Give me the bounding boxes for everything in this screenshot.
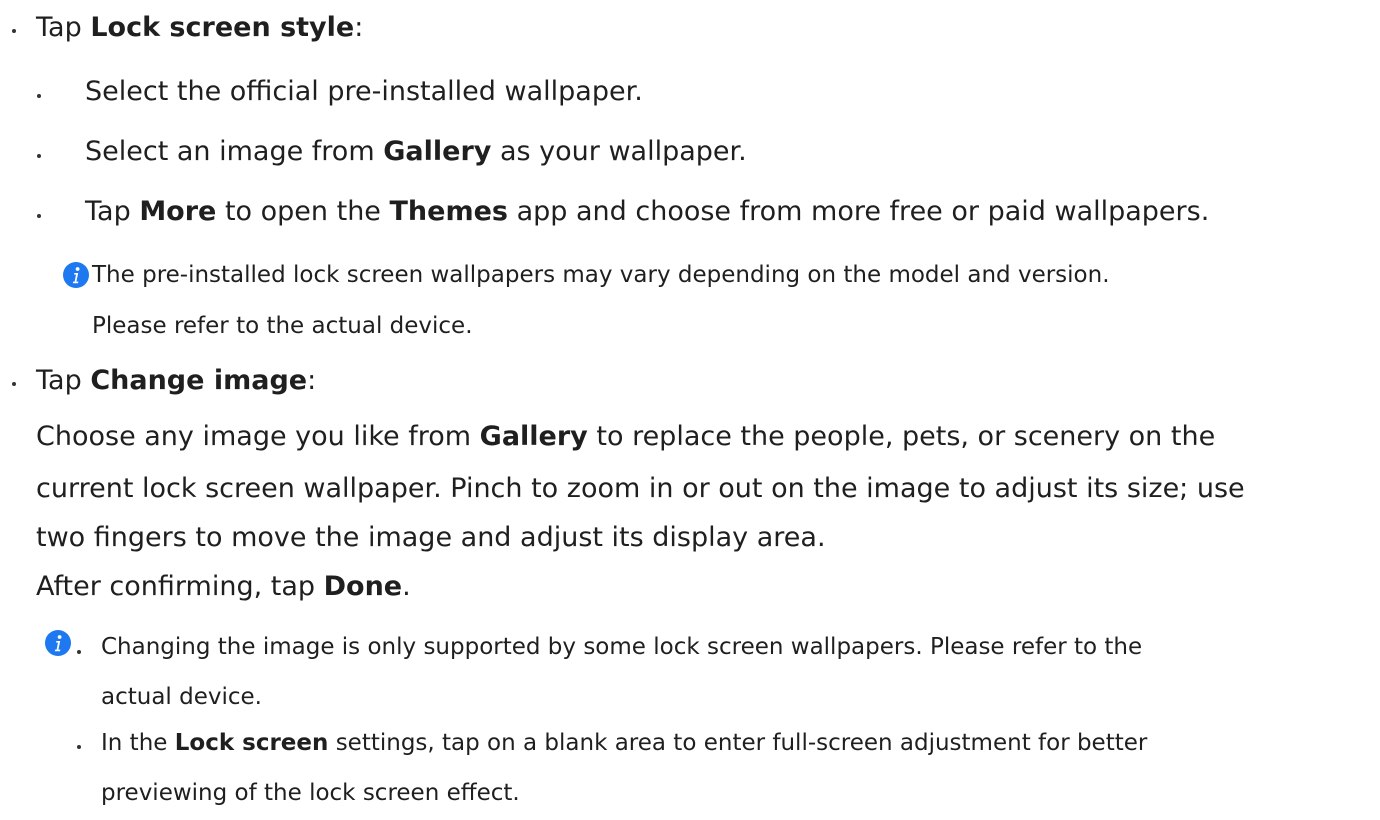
text: settings, tap on a blank area to enter f…: [335, 730, 1148, 756]
text: Choose any image you like from: [36, 421, 472, 452]
text: .: [402, 571, 411, 602]
paragraph-line: two fingers to move the image and adjust…: [36, 524, 826, 551]
sub-bullet: [37, 214, 41, 218]
text: current lock screen wallpaper. Pinch to …: [36, 473, 1245, 504]
bullet-change-image: [12, 382, 16, 386]
item-text: Select an image from: [85, 136, 375, 167]
paragraph-line: current lock screen wallpaper. Pinch to …: [36, 475, 1245, 502]
item-text: Select the official pre-installed wallpa…: [85, 76, 643, 107]
note-text: Changing the image is only supported by …: [101, 636, 1142, 659]
note-text: previewing of the lock screen effect.: [101, 782, 520, 805]
lock-screen-style-term: Lock screen style: [90, 12, 355, 43]
paragraph-line: After confirming, tap Done.: [36, 573, 411, 600]
done-term: Done: [323, 571, 403, 602]
sub-bullet: [37, 154, 41, 158]
note-line: actual device.: [101, 684, 262, 710]
gallery-term: Gallery: [479, 421, 588, 452]
info-icon: [63, 262, 89, 288]
text: After confirming, tap: [36, 571, 316, 602]
sub-bullet: [37, 94, 41, 98]
note-bullet: [77, 650, 81, 654]
bullet-lock-screen-style: [12, 29, 16, 33]
note-line: Please refer to the actual device.: [92, 313, 473, 339]
note-line: previewing of the lock screen effect.: [101, 780, 520, 806]
info-icon: [45, 630, 71, 656]
list-item: Select an image from Gallery as your wal…: [85, 138, 747, 165]
text: In the: [101, 730, 168, 756]
item-text: to open the: [224, 196, 381, 227]
list-item: Tap More to open the Themes app and choo…: [85, 198, 1209, 225]
note-text: The pre-installed lock screen wallpapers…: [92, 264, 1110, 287]
colon: :: [354, 12, 364, 43]
tap-text: Tap: [36, 365, 82, 396]
note-bullet: [77, 745, 81, 749]
change-image-heading: Tap Change image:: [36, 367, 316, 394]
item-text: Tap: [85, 196, 131, 227]
tap-text: Tap: [36, 12, 82, 43]
gallery-term: Gallery: [383, 136, 492, 167]
note-line: Changing the image is only supported by …: [101, 634, 1143, 660]
paragraph-line: Choose any image you like from Gallery t…: [36, 423, 1215, 450]
note-text: In the Lock screen settings, tap on a bl…: [101, 732, 1147, 755]
lock-screen-style-heading: Tap Lock screen style:: [36, 14, 363, 41]
list-item: Select the official pre-installed wallpa…: [85, 78, 643, 105]
themes-term: Themes: [389, 196, 508, 227]
more-term: More: [139, 196, 217, 227]
lock-screen-term: Lock screen: [174, 730, 329, 756]
note-line: The pre-installed lock screen wallpapers…: [92, 262, 1110, 288]
text: to replace the people, pets, or scenery …: [596, 421, 1216, 452]
note-text: Please refer to the actual device.: [92, 315, 473, 338]
colon: :: [307, 365, 317, 396]
item-text: as your wallpaper.: [499, 136, 747, 167]
change-image-term: Change image: [90, 365, 308, 396]
item-text: app and choose from more free or paid wa…: [516, 196, 1210, 227]
text: two fingers to move the image and adjust…: [36, 522, 826, 553]
note-text: actual device.: [101, 686, 262, 709]
